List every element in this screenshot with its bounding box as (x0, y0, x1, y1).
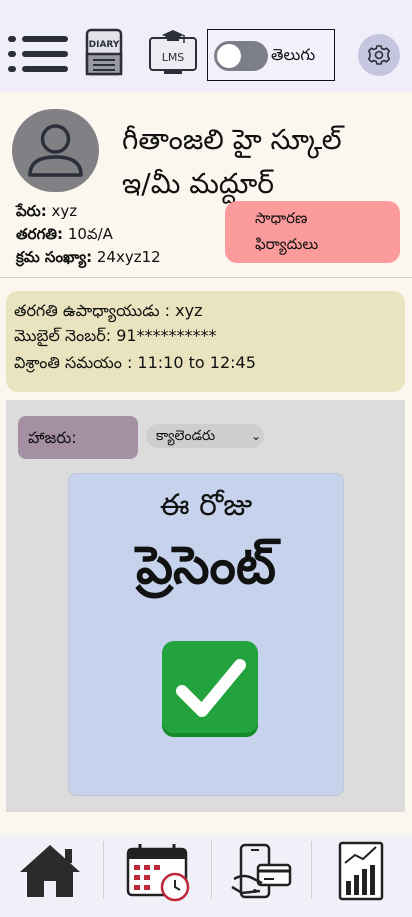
student-name-label: పేరు: (16, 202, 47, 220)
check-mark-icon (162, 641, 258, 737)
student-roll-label: క్రమ సంఖ్యా: (16, 248, 93, 266)
report-chart-icon (338, 841, 384, 901)
student-class-label: తరగతి: (16, 225, 64, 243)
teacher-info-card: తరగతి ఉపాధ్యాయుడు : xyz మొబైల్ నెంబర్: 9… (6, 291, 405, 392)
mobile-payment-icon (231, 843, 292, 899)
mobile-number-text: మొబైల్ నెంబర్: 91********** (14, 326, 217, 345)
nav-payments[interactable] (214, 835, 316, 907)
school-name-line2: ఇ/మీ మద్దూర్ (122, 167, 274, 200)
language-toggle[interactable]: తెలుగు (207, 29, 335, 81)
lms-icon-label: LMS (162, 51, 185, 64)
school-name-line1: గీతాంజలి హై స్కూల్ (122, 123, 342, 156)
calendar-clock-icon (126, 844, 190, 902)
diary-icon[interactable]: DIARY (84, 28, 124, 76)
complaint-label-line1: సాధారణ (255, 209, 308, 227)
settings-button[interactable] (358, 34, 400, 76)
language-switch[interactable] (214, 41, 268, 71)
language-label: తెలుగు (271, 45, 316, 64)
calendar-dropdown-value: క్యాలెండరు (156, 428, 216, 444)
nav-calendar[interactable] (106, 835, 208, 907)
attendance-status: ప్రెసెంట్ (136, 536, 276, 596)
today-label: ఈ రోజు (159, 488, 253, 523)
student-class-row: తరగతి: 10వ/A (16, 225, 113, 247)
school-name: గీతాంజలి హై స్కూల్ ఇ/మీ మద్దూర్ (122, 118, 402, 206)
chevron-down-icon: ⌄ (250, 429, 261, 443)
nav-separator (211, 841, 212, 899)
general-complaints-button[interactable]: సాధారణ ఫిర్యాదులు (225, 201, 400, 263)
home-icon (20, 845, 80, 897)
break-time-text: విశ్రాంతి సమయం : 11:10 to 12:45 (14, 353, 256, 372)
student-roll-value: 24xyz12 (96, 248, 161, 266)
top-bar: DIARY LMS తెలుగు (0, 0, 412, 92)
student-name-value: xyz (51, 202, 78, 220)
bottom-nav (0, 835, 412, 917)
class-teacher-text: తరగతి ఉపాధ్యాయుడు : xyz (14, 301, 203, 320)
student-roll-row: క్రమ సంఖ్యా: 24xyz12 (16, 248, 161, 270)
student-class-value: 10వ/A (67, 225, 113, 243)
diary-icon-label: DIARY (89, 40, 120, 50)
attendance-panel: హాజరు: క్యాలెండరు ⌄ ఈ రోజు ప్రెసెంట్ (6, 400, 405, 812)
nav-reports[interactable] (312, 835, 412, 907)
menu-icon[interactable] (8, 36, 68, 72)
attendance-status-card: ఈ రోజు ప్రెసెంట్ (68, 473, 344, 796)
gear-icon (367, 45, 391, 65)
calendar-dropdown[interactable]: క్యాలెండరు ⌄ (146, 424, 264, 448)
person-icon (28, 124, 83, 177)
lms-icon[interactable]: LMS (146, 28, 200, 76)
attendance-label: హాజరు: (18, 416, 138, 459)
student-name-row: పేరు: xyz (16, 202, 77, 224)
nav-separator (103, 841, 104, 899)
nav-home[interactable] (0, 835, 102, 907)
avatar (12, 109, 99, 192)
divider (0, 277, 412, 278)
complaint-label-line2: ఫిర్యాదులు (255, 235, 319, 253)
